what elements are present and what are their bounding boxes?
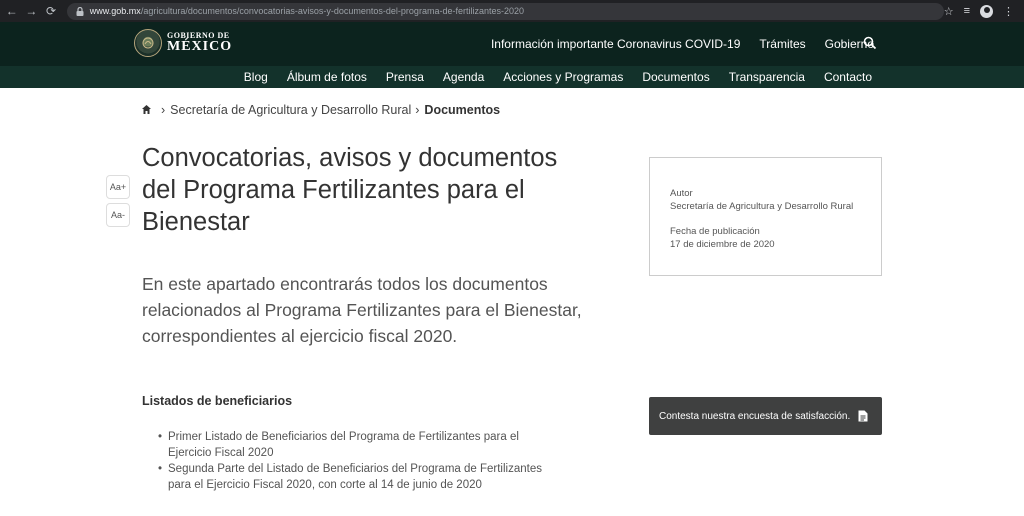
breadcrumb: › Secretaría de Agricultura y Desarrollo… (141, 103, 500, 117)
gobierno-logo[interactable]: GOBIERNO DE MÉXICO (134, 29, 232, 57)
nav-agenda[interactable]: Agenda (443, 70, 484, 84)
breadcrumb-item-secretaria[interactable]: Secretaría de Agricultura y Desarrollo R… (170, 103, 411, 117)
document-link[interactable]: Segunda Parte del Listado de Beneficiari… (158, 461, 558, 493)
date-label: Fecha de publicación (670, 226, 760, 237)
documents-list: Primer Listado de Beneficiarios del Prog… (158, 429, 558, 493)
publication-info: Autor Secretaría de Agricultura y Desarr… (649, 157, 882, 276)
back-arrow-icon[interactable]: ← (4, 0, 20, 22)
reload-icon[interactable]: ⟳ (43, 0, 59, 22)
site-header: GOBIERNO DE MÉXICO Información important… (0, 22, 1024, 66)
star-icon[interactable]: ☆ (944, 5, 954, 18)
nav-covid[interactable]: Información importante Coronavirus COVID… (491, 37, 740, 51)
breadcrumb-separator: › (161, 103, 166, 117)
font-increase-button[interactable]: Aa+ (106, 175, 130, 199)
nav-contacto[interactable]: Contacto (824, 70, 872, 84)
address-bar[interactable]: www.gob.mx/agricultura/documentos/convoc… (66, 2, 944, 20)
section-heading: Listados de beneficiarios (142, 394, 293, 408)
author-value: Secretaría de Agricultura y Desarrollo R… (670, 201, 854, 212)
lock-icon (75, 6, 85, 16)
profile-avatar-icon[interactable] (980, 4, 994, 18)
date-value: 17 de diciembre de 2020 (670, 239, 775, 250)
nav-tramites[interactable]: Trámites (759, 37, 805, 51)
survey-label: Contesta nuestra encuesta de satisfacció… (659, 410, 851, 422)
sub-header: Blog Álbum de fotos Prensa Agenda Accion… (0, 66, 1024, 88)
nav-blog[interactable]: Blog (244, 70, 268, 84)
author-label: Autor (670, 188, 693, 199)
top-nav: Información importante Coronavirus COVID… (491, 22, 874, 66)
reading-list-icon[interactable]: ≡ (964, 5, 970, 17)
nav-documentos[interactable]: Documentos (642, 70, 709, 84)
font-decrease-button[interactable]: Aa- (106, 203, 130, 227)
breadcrumb-current: Documentos (424, 103, 501, 117)
logo-line2: MÉXICO (167, 39, 233, 54)
nav-transparencia[interactable]: Transparencia (729, 70, 805, 84)
breadcrumb-separator: › (415, 103, 420, 117)
url-path: /agricultura/documentos/convocatorias-av… (140, 6, 524, 16)
forward-arrow-icon[interactable]: → (24, 0, 40, 22)
menu-kebab-icon[interactable]: ⋮ (1003, 5, 1014, 18)
sub-nav: Blog Álbum de fotos Prensa Agenda Accion… (244, 66, 872, 88)
search-icon[interactable] (863, 36, 879, 52)
page-title: Convocatorias, avisos y documentos del P… (142, 144, 558, 236)
url-host: www.gob.mx (89, 6, 141, 16)
browser-toolbar: ← → ⟳ www.gob.mx/agricultura/documentos/… (0, 0, 1024, 22)
page-lead: En este apartado encontrarás todos los d… (142, 274, 582, 346)
nav-prensa[interactable]: Prensa (386, 70, 424, 84)
nav-album[interactable]: Álbum de fotos (287, 70, 367, 84)
nav-acciones[interactable]: Acciones y Programas (503, 70, 623, 84)
survey-button[interactable]: Contesta nuestra encuesta de satisfacció… (649, 397, 882, 435)
document-icon (858, 410, 869, 423)
home-icon[interactable] (141, 104, 153, 116)
seal-icon (134, 29, 162, 57)
document-link[interactable]: Primer Listado de Beneficiarios del Prog… (158, 429, 558, 461)
